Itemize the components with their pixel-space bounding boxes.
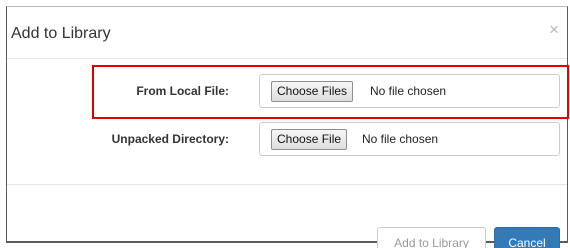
unpacked-directory-input[interactable]: Choose File No file chosen — [259, 122, 560, 156]
unpacked-directory-label: Unpacked Directory: — [111, 132, 229, 146]
local-file-label: From Local File: — [136, 84, 229, 98]
local-file-row: From Local File: Choose Files No file ch… — [7, 74, 567, 108]
page: Add to Library × From Local File: Choose… — [0, 0, 570, 248]
add-to-library-button[interactable]: Add to Library — [377, 227, 486, 248]
unpacked-directory-status: No file chosen — [362, 132, 439, 146]
close-icon[interactable]: × — [549, 20, 559, 40]
local-file-status: No file chosen — [370, 84, 447, 98]
cancel-button[interactable]: Cancel — [494, 227, 560, 248]
add-to-library-dialog: Add to Library × From Local File: Choose… — [6, 6, 569, 248]
dialog-title: Add to Library — [11, 25, 111, 42]
choose-files-button[interactable]: Choose Files — [271, 81, 354, 102]
choose-file-button[interactable]: Choose File — [271, 129, 348, 150]
local-file-input[interactable]: Choose Files No file chosen — [259, 74, 560, 108]
unpacked-directory-row: Unpacked Directory: Choose File No file … — [7, 122, 567, 156]
dialog-header: Add to Library × — [7, 7, 567, 59]
